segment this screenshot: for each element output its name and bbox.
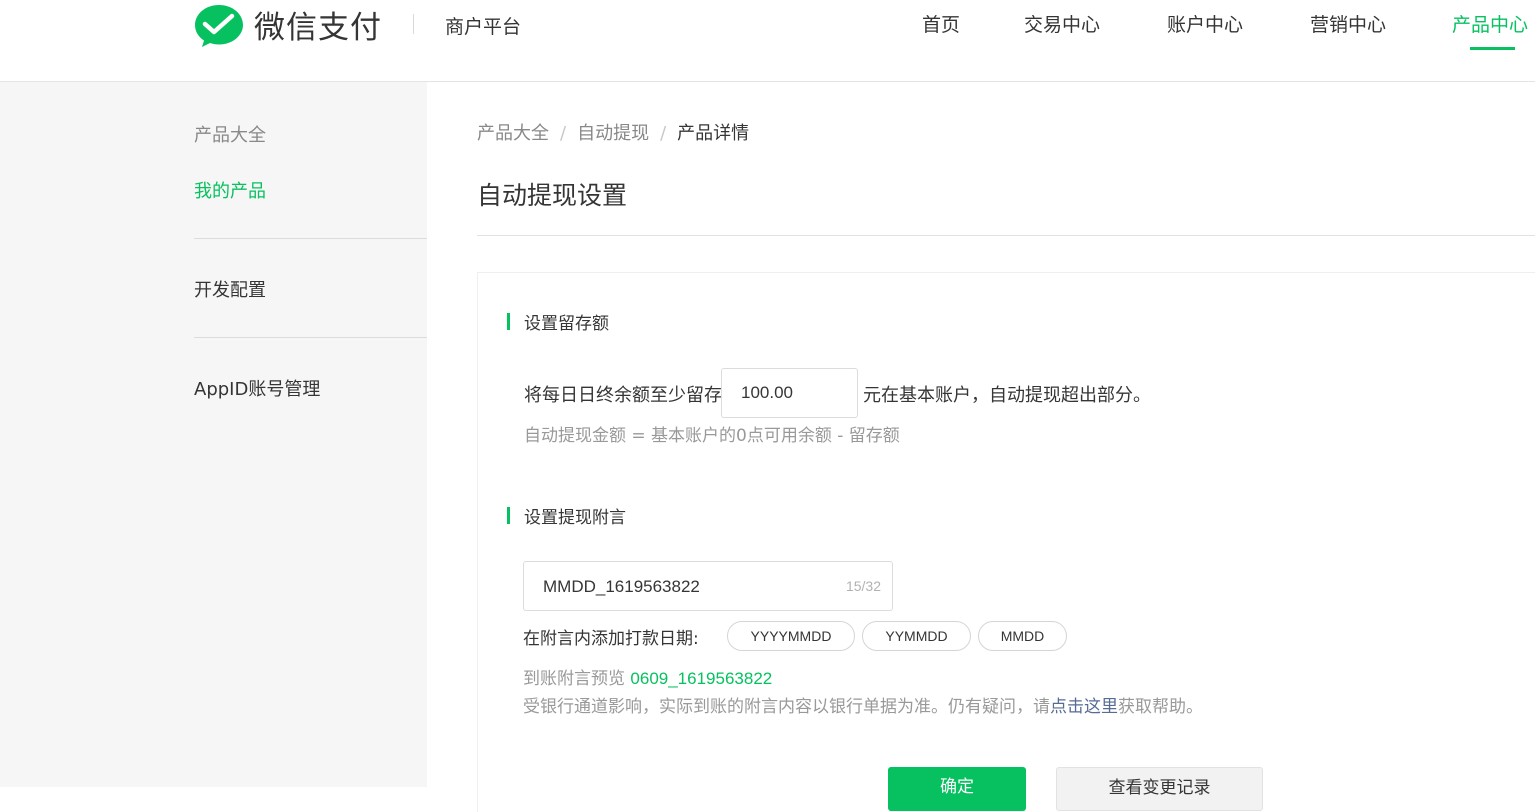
nav-trade-center[interactable]: 交易中心 [1024,10,1100,37]
bank-notice-suffix: 获取帮助。 [1118,697,1203,717]
date-option-mmdd[interactable]: MMDD [978,621,1067,651]
date-option-yyyymmdd[interactable]: YYYYMMDD [727,621,855,651]
nav-home[interactable]: 首页 [922,10,960,37]
nav-account-center[interactable]: 账户中心 [1167,10,1243,37]
breadcrumb-separator: / [660,123,667,144]
breadcrumb-product-detail: 产品详情 [677,123,750,144]
sidebar-item-appid-management[interactable]: AppID账号管理 [194,375,320,401]
section-title-retain: 设置留存额 [524,314,609,334]
bank-notice: 受银行通道影响，实际到账的附言内容以银行单据为准。仍有疑问，请点击这里获取帮助。 [523,692,1203,717]
nav-product-center[interactable]: 产品中心 [1452,10,1528,37]
section-marker [507,507,510,524]
bank-notice-text: 受银行通道影响，实际到账的附言内容以银行单据为准。仍有疑问，请 [523,697,1050,717]
platform-name: 商户平台 [445,16,522,38]
withdraw-formula-hint: 自动提现金额 = 基本账户的0点可用余额 - 留存额 [524,426,900,446]
section-marker [507,313,510,330]
memo-preview-label: 到账附言预览 [523,669,625,689]
memo-field[interactable]: 15/32 [523,561,893,611]
sidebar-divider [194,238,427,239]
sidebar-item-my-products[interactable]: 我的产品 [194,177,266,203]
confirm-button[interactable]: 确定 [888,767,1026,811]
settings-card [477,272,1535,812]
breadcrumb-product-catalog[interactable]: 产品大全 [477,123,549,144]
wechat-pay-logo-icon[interactable] [194,4,244,48]
title-divider [477,235,1535,236]
section-title-memo: 设置提现附言 [524,508,626,528]
retain-amount-input[interactable] [721,368,858,418]
nav-active-indicator [1470,47,1515,50]
retain-suffix-text: 元在基本账户，自动提现超出部分。 [863,385,1151,406]
brand-divider [413,14,414,34]
memo-input[interactable] [543,574,823,600]
view-history-button[interactable]: 查看变更记录 [1056,767,1263,811]
memo-preview: 到账附言预览 0609_1619563822 [523,664,772,689]
memo-preview-value: 0609_1619563822 [630,669,773,688]
brand-name: 微信支付 [254,10,382,46]
sidebar-item-dev-config[interactable]: 开发配置 [194,276,266,302]
date-option-yymmdd[interactable]: YYMMDD [862,621,971,651]
nav-marketing-center[interactable]: 营销中心 [1310,10,1386,37]
memo-char-count: 15/32 [845,578,881,594]
date-option-label: 在附言内添加打款日期: [523,629,699,649]
sidebar-section-label: 产品大全 [194,125,266,146]
help-link[interactable]: 点击这里 [1050,697,1118,717]
top-header: 微信支付 商户平台 首页 交易中心 账户中心 营销中心 产品中心 [0,0,1535,82]
breadcrumb-auto-withdraw[interactable]: 自动提现 [577,123,649,144]
breadcrumb: 产品大全 / 自动提现 / 产品详情 [477,119,749,145]
retain-prefix-text: 将每日日终余额至少留存 [524,385,722,406]
breadcrumb-separator: / [560,123,567,144]
page-title: 自动提现设置 [477,181,628,210]
sidebar-divider [194,337,427,338]
